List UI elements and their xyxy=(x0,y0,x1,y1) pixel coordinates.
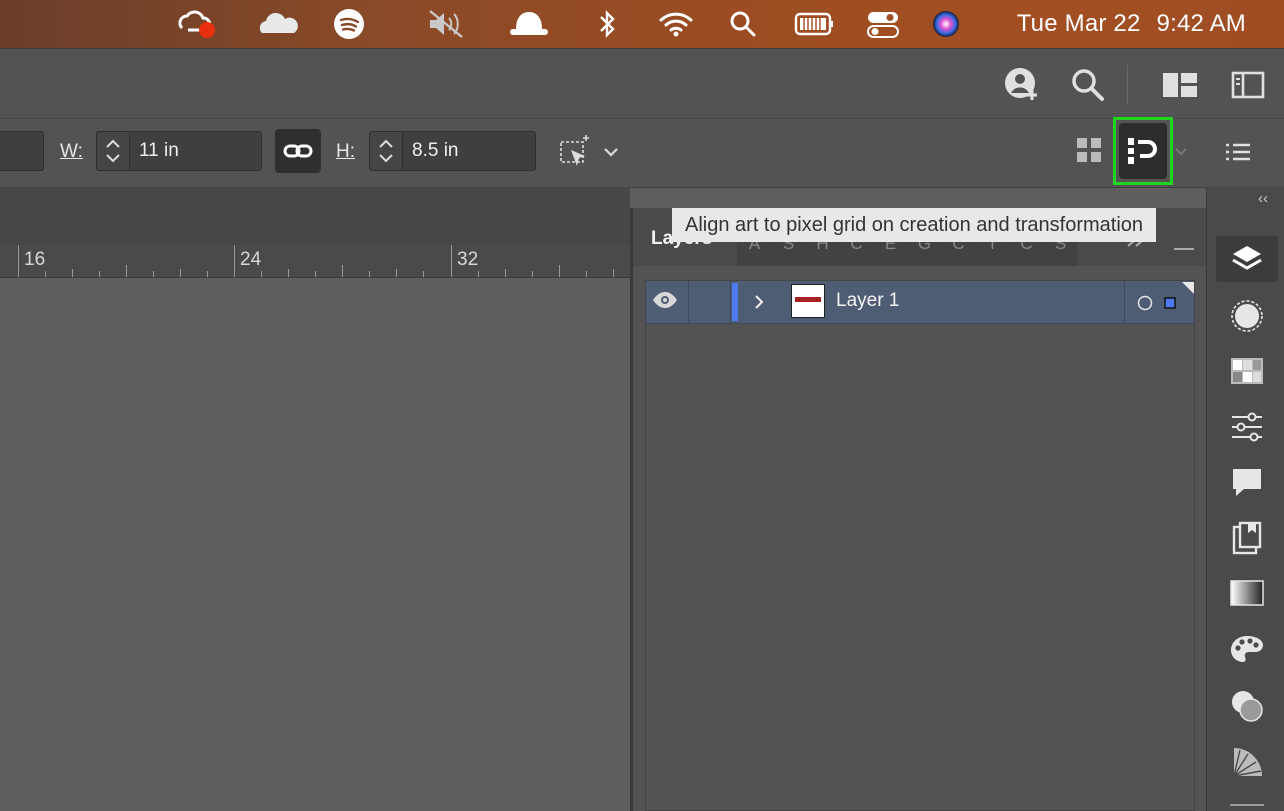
control-center-icon[interactable] xyxy=(866,9,900,39)
spotlight-icon[interactable] xyxy=(728,9,758,39)
chevron-up-icon[interactable] xyxy=(105,139,121,149)
chevron-up-icon[interactable] xyxy=(378,139,394,149)
ruler-tick xyxy=(99,271,100,277)
bluetooth-icon[interactable] xyxy=(596,9,618,39)
ruler-tick xyxy=(369,271,370,277)
ruler-tick xyxy=(586,271,587,277)
pixel-snap-grid-icon[interactable] xyxy=(1072,133,1106,167)
siri-icon[interactable] xyxy=(930,9,962,39)
ruler-tick xyxy=(613,269,614,277)
ruler-tick xyxy=(207,271,208,277)
appearance-icon[interactable] xyxy=(1216,293,1278,339)
layers-list: Layer 1 xyxy=(645,280,1195,811)
column-separator xyxy=(1124,281,1125,323)
link-icon xyxy=(283,144,313,158)
layer-thumbnail xyxy=(791,284,825,318)
swatches-icon[interactable] xyxy=(1216,348,1278,394)
ruler-label: 16 xyxy=(24,249,46,270)
width-value[interactable]: 11 in xyxy=(131,131,261,171)
onedrive-icon[interactable] xyxy=(256,9,300,39)
ruler-tick xyxy=(126,265,127,277)
appbar-divider xyxy=(1127,65,1128,105)
ruler-tick xyxy=(396,269,397,277)
ruler-tick xyxy=(180,269,181,277)
height-label: H: xyxy=(336,141,355,162)
ruler-tick xyxy=(532,271,533,277)
layer-color-swatch xyxy=(732,283,738,321)
transform-options-icon[interactable] xyxy=(556,133,594,171)
layers-icon[interactable] xyxy=(1216,236,1278,282)
properties-icon[interactable] xyxy=(1216,404,1278,450)
ruler-tick xyxy=(234,245,235,277)
comments-icon[interactable] xyxy=(1216,459,1278,505)
expand-chevron-icon[interactable] xyxy=(752,293,766,316)
gradient-icon[interactable] xyxy=(1216,570,1278,616)
add-user-icon[interactable] xyxy=(1002,65,1042,105)
constrain-proportions-button[interactable] xyxy=(275,129,321,173)
ruler-tick xyxy=(315,271,316,277)
ruler-tick xyxy=(478,271,479,277)
horizontal-ruler[interactable]: 16 24 32 xyxy=(0,245,630,278)
mask-icon[interactable] xyxy=(506,9,552,39)
clock-date: Tue Mar 22 xyxy=(1016,10,1141,37)
pixel-align-icon xyxy=(1128,138,1157,164)
artboard-canvas[interactable] xyxy=(0,278,630,811)
app-bar xyxy=(0,48,1284,119)
width-stepper[interactable] xyxy=(96,131,130,171)
collapse-dock-button[interactable]: ‹‹ xyxy=(1258,190,1268,207)
eye-icon[interactable] xyxy=(652,291,678,314)
corner-indicator xyxy=(1182,281,1194,299)
color-icon[interactable] xyxy=(1216,626,1278,672)
ruler-tick xyxy=(261,271,262,277)
column-separator xyxy=(730,281,731,323)
x-position-field[interactable] xyxy=(0,131,44,171)
wifi-icon[interactable] xyxy=(658,9,694,39)
transparency-icon[interactable] xyxy=(1216,683,1278,729)
libraries-icon[interactable] xyxy=(1216,515,1278,561)
width-label: W: xyxy=(60,141,83,162)
creative-cloud-icon[interactable] xyxy=(174,9,220,39)
muted-speaker-icon[interactable] xyxy=(426,9,468,39)
ruler-tick xyxy=(505,269,506,277)
control-bar: W: 11 in H: 8.5 in xyxy=(0,118,1284,188)
chevron-down-icon[interactable] xyxy=(105,153,121,163)
ruler-tick xyxy=(153,271,154,277)
layers-panel: Layers A S H C E G C T C S xyxy=(630,208,1206,811)
menubar: Tue Mar 22 9:42 AM xyxy=(0,0,1284,48)
ruler-label: 32 xyxy=(457,249,479,270)
align-to-pixel-grid-button[interactable] xyxy=(1113,117,1173,185)
spotify-icon[interactable] xyxy=(332,9,366,39)
panel-menu-icon[interactable] xyxy=(1173,240,1195,258)
height-stepper[interactable] xyxy=(369,131,403,171)
selection-square-icon[interactable] xyxy=(1164,296,1176,314)
color-guide-icon[interactable] xyxy=(1216,739,1278,785)
panel-toggle-icon[interactable] xyxy=(1228,65,1268,105)
ruler-tick xyxy=(45,271,46,277)
search-icon[interactable] xyxy=(1068,65,1108,105)
list-menu-icon[interactable] xyxy=(1222,137,1254,167)
workspace-layout-icon[interactable] xyxy=(1160,65,1200,105)
battery-icon[interactable] xyxy=(794,9,834,39)
layer-name[interactable]: Layer 1 xyxy=(836,290,899,312)
ruler-tick xyxy=(559,265,560,277)
clock-time: 9:42 AM xyxy=(1156,10,1246,37)
document-tab-strip xyxy=(0,187,630,245)
column-separator xyxy=(688,281,689,323)
ruler-label: 24 xyxy=(240,249,262,270)
ruler-tick xyxy=(451,245,452,277)
ruler-tick xyxy=(18,245,19,277)
tooltip: Align art to pixel grid on creation and … xyxy=(672,208,1157,242)
target-circle-icon[interactable] xyxy=(1137,295,1153,316)
ruler-tick xyxy=(342,265,343,277)
chevron-down-icon[interactable] xyxy=(378,153,394,163)
layer-row[interactable]: Layer 1 xyxy=(646,281,1194,324)
chevron-down-icon[interactable] xyxy=(1172,141,1190,163)
chevron-down-icon[interactable] xyxy=(600,141,622,163)
dock-divider xyxy=(1230,804,1264,806)
ruler-tick xyxy=(72,269,73,277)
height-value[interactable]: 8.5 in xyxy=(404,131,534,171)
menubar-clock[interactable]: Tue Mar 22 9:42 AM xyxy=(1017,8,1246,40)
ruler-tick xyxy=(288,269,289,277)
ruler-tick xyxy=(423,271,424,277)
